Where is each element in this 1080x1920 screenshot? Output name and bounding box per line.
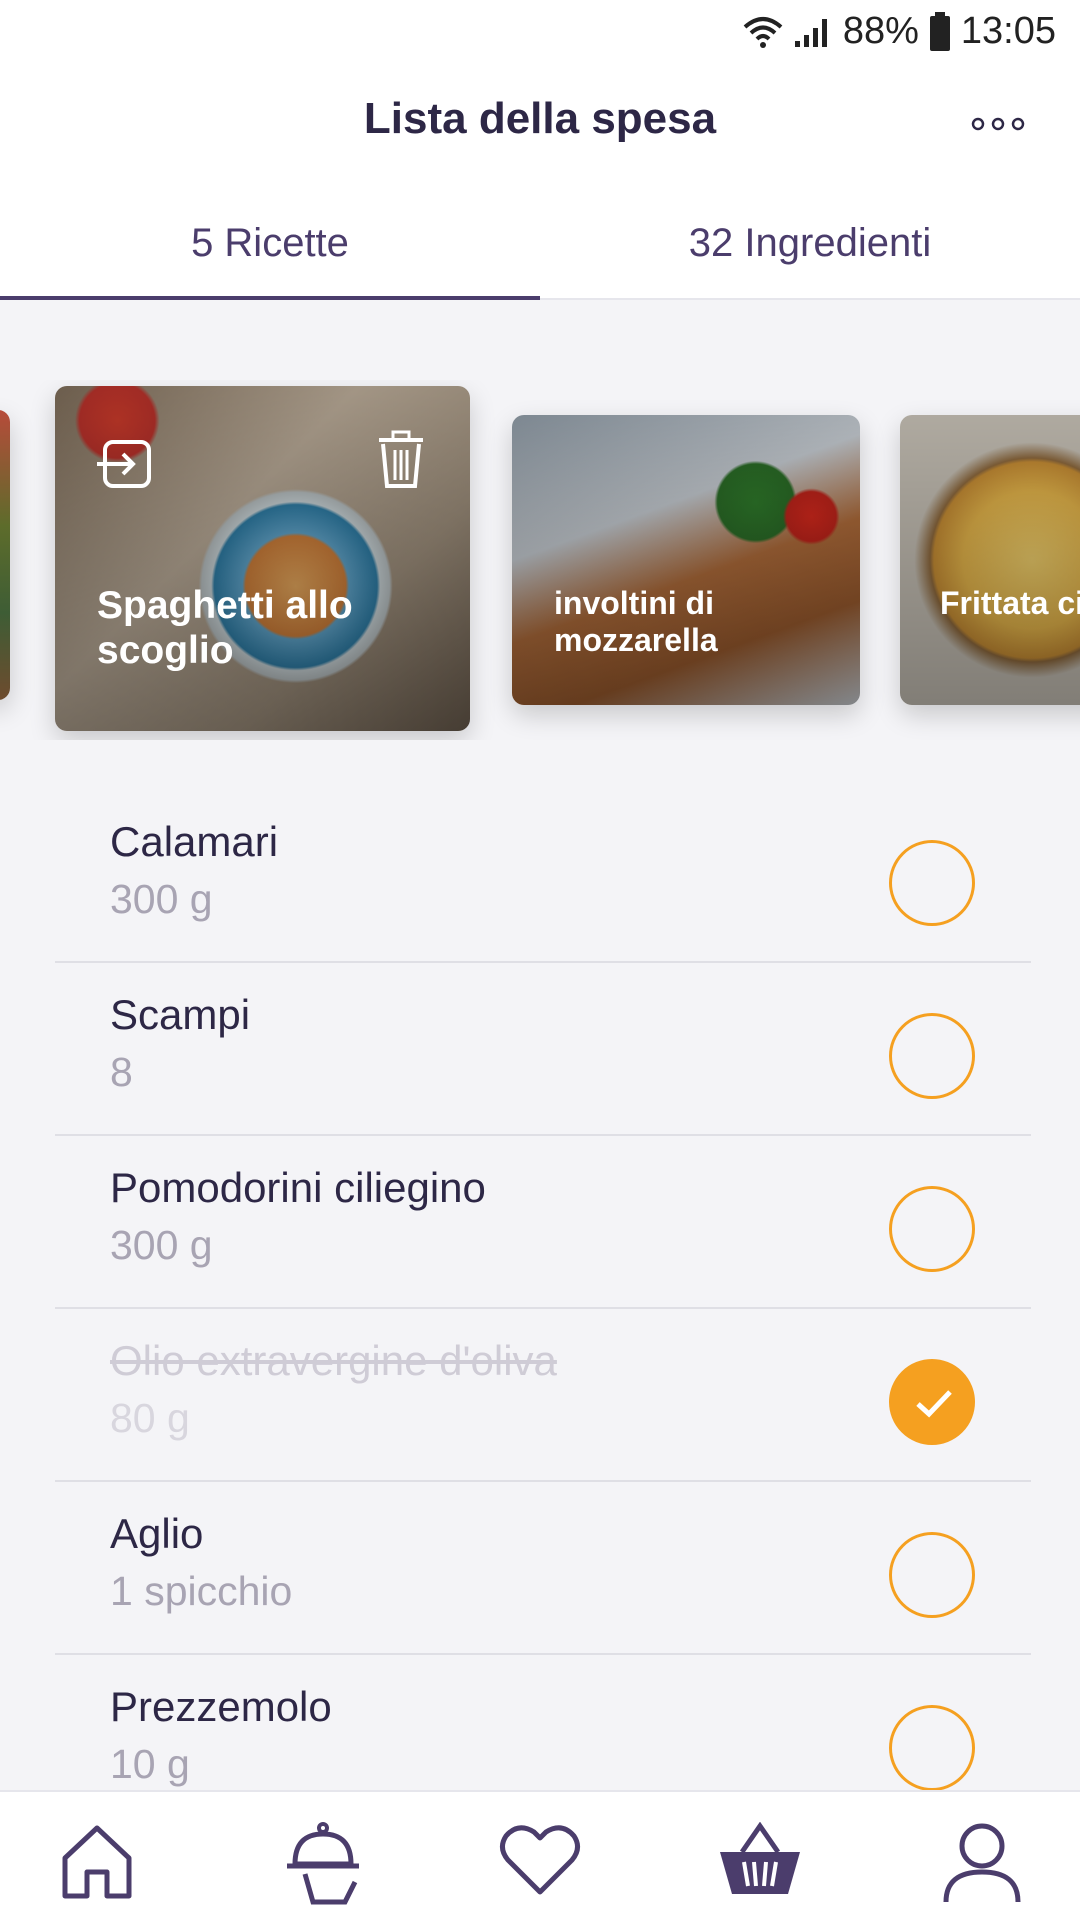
status-right: 88% 13:05 bbox=[743, 10, 1056, 53]
delete-recipe-button[interactable] bbox=[373, 430, 433, 490]
ingredient-name: Prezzemolo bbox=[110, 1683, 332, 1730]
ingredient-quantity: 80 g bbox=[110, 1395, 190, 1441]
app-header: Lista della spesa bbox=[0, 80, 1080, 166]
tab-ingredients[interactable]: 32 Ingredienti bbox=[540, 221, 1080, 266]
tab-recipes[interactable]: 5 Ricette bbox=[0, 221, 540, 266]
heart-icon bbox=[500, 1825, 580, 1895]
nav-shopping-list-button[interactable] bbox=[718, 1822, 808, 1912]
tab-indicator bbox=[0, 296, 540, 300]
nav-favorites-button[interactable] bbox=[498, 1822, 588, 1912]
ingredient-quantity: 8 bbox=[110, 1049, 133, 1095]
card-overlay bbox=[900, 415, 1080, 705]
page-title: Lista della spesa bbox=[363, 94, 717, 143]
battery-icon bbox=[929, 11, 950, 51]
battery-percentage: 88% bbox=[842, 10, 919, 52]
home-icon bbox=[62, 1825, 132, 1899]
ingredient-quantity: 300 g bbox=[110, 876, 213, 922]
signal-icon bbox=[794, 18, 827, 47]
ingredient-checkbox-checked[interactable] bbox=[889, 1359, 975, 1445]
open-recipe-button[interactable] bbox=[95, 434, 155, 494]
checkmark-icon bbox=[916, 1390, 952, 1418]
status-bar: 88% 13:05 bbox=[0, 0, 1080, 64]
ingredient-checkbox[interactable] bbox=[889, 1705, 975, 1791]
chef-serving-icon bbox=[287, 1822, 359, 1905]
ingredient-row[interactable]: Olio extravergine d'oliva 80 g bbox=[55, 1309, 1031, 1482]
basket-icon bbox=[720, 1822, 800, 1894]
ingredient-checkbox[interactable] bbox=[889, 1013, 975, 1099]
user-icon bbox=[943, 1823, 1021, 1903]
clock: 13:05 bbox=[960, 10, 1056, 52]
ingredient-quantity: 1 spicchio bbox=[110, 1568, 293, 1614]
ingredient-list: Calamari 300 g Scampi 8 Pomodorini cilie… bbox=[55, 790, 1031, 1828]
bottom-navigation bbox=[0, 1790, 1080, 1920]
ingredient-name: Scampi bbox=[110, 991, 251, 1038]
recipe-card-title: involtini di mozzarella bbox=[554, 585, 718, 658]
ingredient-row[interactable]: Aglio 1 spicchio bbox=[55, 1482, 1031, 1655]
more-options-button[interactable] bbox=[970, 108, 1026, 139]
ingredient-checkbox[interactable] bbox=[889, 1532, 975, 1618]
ingredient-checkbox[interactable] bbox=[889, 840, 975, 926]
more-horizontal-icon bbox=[971, 117, 1025, 131]
ingredient-checkbox[interactable] bbox=[889, 1186, 975, 1272]
tab-bar: 5 Ricette 32 Ingredienti bbox=[0, 205, 1080, 300]
nav-profile-button[interactable] bbox=[940, 1822, 1030, 1912]
ingredient-name: Calamari bbox=[110, 818, 279, 865]
ingredient-row[interactable]: Pomodorini ciliegino 300 g bbox=[55, 1136, 1031, 1309]
nav-home-button[interactable] bbox=[55, 1822, 145, 1912]
recipe-card[interactable]: Frittata cipolle bbox=[900, 415, 1080, 705]
recipe-card-previous[interactable] bbox=[0, 410, 10, 700]
ingredient-quantity: 300 g bbox=[110, 1222, 213, 1268]
recipe-card[interactable]: involtini di mozzarella bbox=[512, 415, 860, 705]
nav-recipes-button[interactable] bbox=[285, 1822, 375, 1912]
ingredient-row[interactable]: Scampi 8 bbox=[55, 963, 1031, 1136]
recipe-card-title: Spaghetti allo scoglio bbox=[97, 584, 353, 672]
ingredient-name: Olio extravergine d'oliva bbox=[110, 1337, 557, 1384]
wifi-icon bbox=[743, 16, 783, 48]
ingredient-name: Pomodorini ciliegino bbox=[110, 1164, 486, 1211]
ingredient-quantity: 10 g bbox=[110, 1741, 190, 1787]
ingredient-row[interactable]: Calamari 300 g bbox=[55, 790, 1031, 963]
ingredient-name: Aglio bbox=[110, 1510, 204, 1557]
recipe-card[interactable]: Spaghetti allo scoglio bbox=[55, 386, 470, 731]
card-overlay bbox=[512, 415, 860, 705]
trash-icon bbox=[379, 430, 423, 488]
open-recipe-icon bbox=[97, 440, 151, 488]
recipe-carousel[interactable]: Spaghetti allo scoglio involtini di mozz… bbox=[0, 380, 1080, 740]
recipe-card-title: Frittata cipolle bbox=[940, 585, 1080, 621]
